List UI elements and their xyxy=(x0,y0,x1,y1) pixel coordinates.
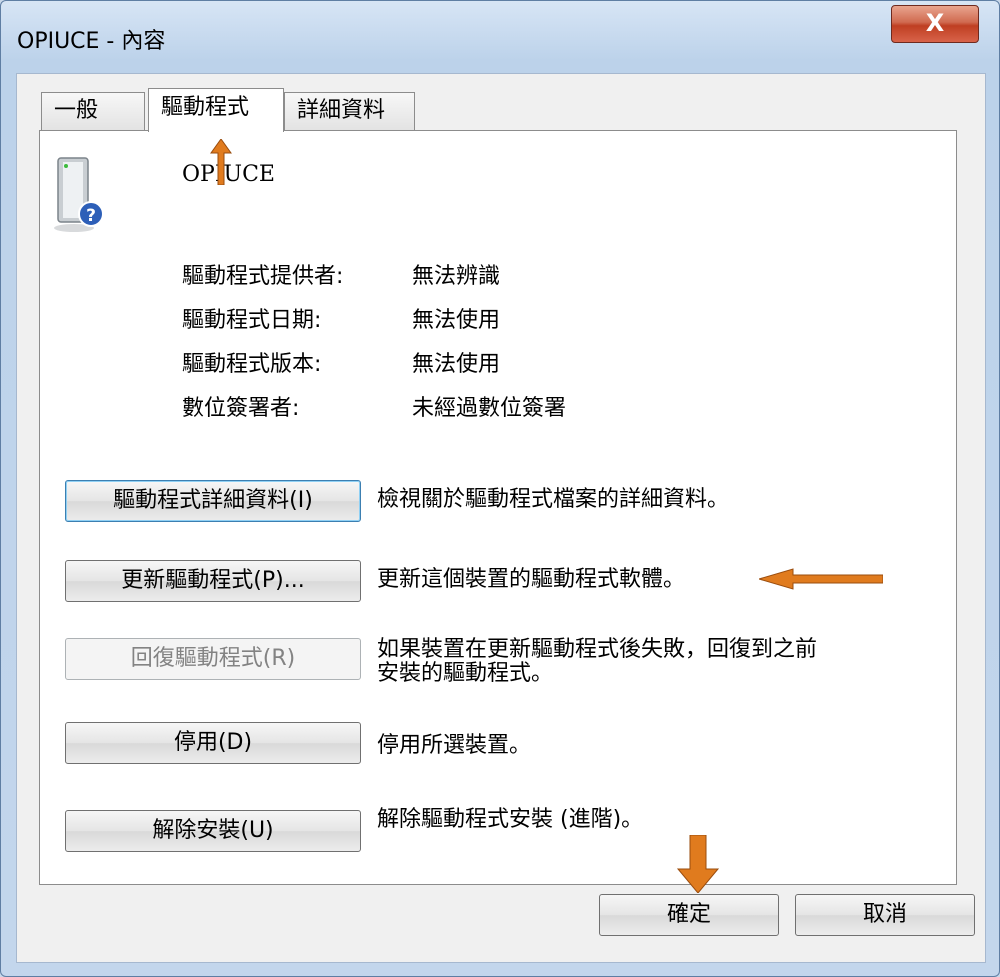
signer-label: 數位簽署者: xyxy=(182,396,300,421)
unknown-device-icon: ? xyxy=(54,157,104,232)
arrow-down-icon xyxy=(676,835,720,893)
svg-text:?: ? xyxy=(86,206,96,226)
driver-details-button[interactable]: 驅動程式詳細資料(I) xyxy=(65,480,361,522)
dialog-client-area: 一般 驅動程式 詳細資料 ? OPIUCE 驅動程式提供者: 無法辨識 驅動程式… xyxy=(16,73,986,963)
date-label: 驅動程式日期: xyxy=(182,308,322,333)
arrow-left-icon xyxy=(759,568,883,590)
rollback-desc-line1: 如果裝置在更新驅動程式後失敗，回復到之前 xyxy=(377,637,818,662)
rollback-driver-desc: 如果裝置在更新驅動程式後失敗，回復到之前 安裝的驅動程式。 xyxy=(377,638,817,686)
driver-details-desc: 檢視關於驅動程式檔案的詳細資料。 xyxy=(377,487,730,512)
tab-general[interactable]: 一般 xyxy=(41,92,145,130)
provider-value: 無法辨識 xyxy=(412,264,501,289)
rollback-driver-button[interactable]: 回復驅動程式(R) xyxy=(65,638,361,680)
update-driver-desc: 更新這個裝置的驅動程式軟體。 xyxy=(377,567,686,592)
provider-label: 驅動程式提供者: xyxy=(182,264,344,289)
tab-driver[interactable]: 驅動程式 xyxy=(148,88,284,132)
cancel-button[interactable]: 取消 xyxy=(795,894,975,936)
version-label: 驅動程式版本: xyxy=(182,352,322,377)
uninstall-desc: 解除驅動程式安裝 (進階)。 xyxy=(377,807,644,832)
update-driver-button[interactable]: 更新驅動程式(P)... xyxy=(65,560,361,602)
signer-value: 未經過數位簽署 xyxy=(412,396,567,421)
disable-desc: 停用所選裝置。 xyxy=(377,733,532,758)
version-value: 無法使用 xyxy=(412,352,501,377)
arrow-up-icon xyxy=(210,139,232,185)
properties-window: OPIUCE - 內容 X 一般 驅動程式 詳細資料 ? OPIUCE 驅動程式… xyxy=(0,0,1000,977)
title-bar[interactable]: OPIUCE - 內容 X xyxy=(1,1,1000,71)
date-value: 無法使用 xyxy=(412,308,501,333)
disable-button[interactable]: 停用(D) xyxy=(65,722,361,764)
uninstall-button[interactable]: 解除安裝(U) xyxy=(65,810,361,852)
close-button[interactable]: X xyxy=(891,5,979,43)
window-title: OPIUCE - 內容 xyxy=(17,29,166,54)
rollback-desc-line2: 安裝的驅動程式。 xyxy=(377,661,554,686)
ok-button[interactable]: 確定 xyxy=(599,894,779,936)
tab-details[interactable]: 詳細資料 xyxy=(284,92,415,130)
